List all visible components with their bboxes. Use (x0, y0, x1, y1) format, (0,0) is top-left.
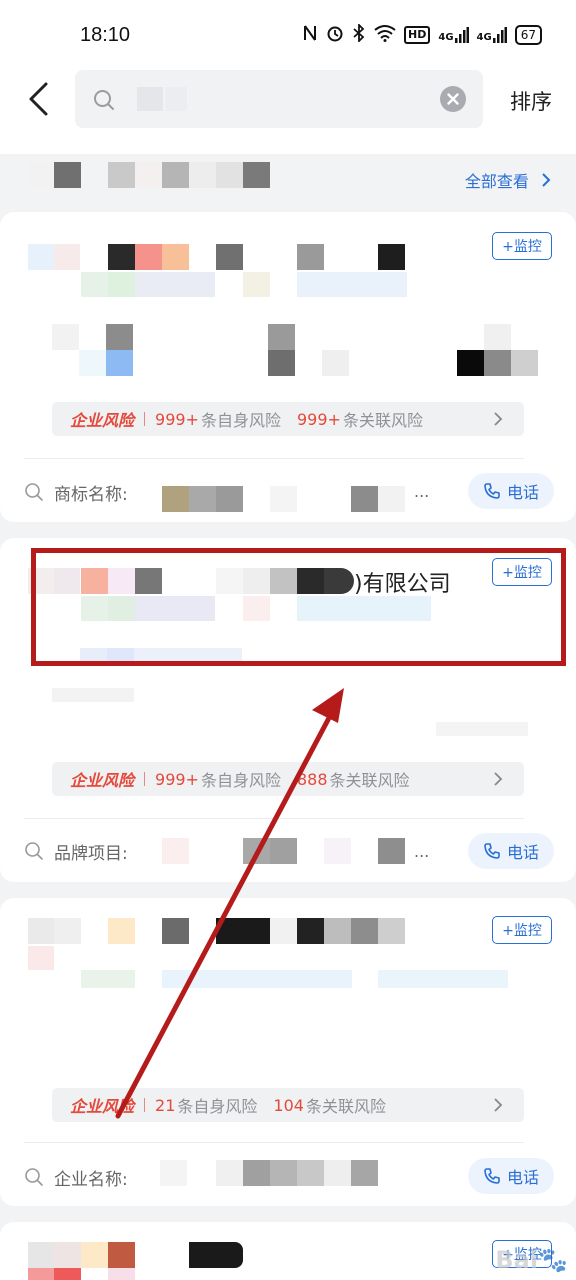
company-card[interactable]: +监控 企业风险 999+ 条自身风险 999+ 条关联风险 商标名称: ... (0, 212, 576, 522)
back-button[interactable] (22, 80, 58, 118)
annotation-highlight-box (31, 548, 566, 666)
status-bar: 18:10 HD 4G 4G 67 (0, 0, 576, 66)
4g-signal-icon: 4G (477, 27, 507, 43)
phone-icon (484, 1168, 500, 1184)
risk-title: 企业风险 (70, 771, 135, 790)
related-risk-label: 条关联风险 (329, 771, 410, 790)
company-name-label: 企业名称: (54, 1169, 128, 1190)
battery-indicator: 67 (514, 25, 542, 45)
monitor-button[interactable]: +监控 (492, 916, 552, 944)
brand-project-label: 品牌项目: (54, 843, 128, 864)
divider (24, 818, 524, 819)
risk-summary-bar[interactable]: 企业风险 999+ 条自身风险 999+ 条关联风险 (52, 402, 524, 436)
blurred-trademark-value (162, 486, 432, 514)
related-risk-label: 条关联风险 (305, 1097, 386, 1116)
self-risk-label: 条自身风险 (177, 1097, 258, 1116)
divider (24, 1142, 524, 1143)
company-card[interactable]: +监控 企业风险 21 条自身风险 104 条关联风险 企业名称: 电话 (0, 898, 576, 1206)
phone-icon (484, 483, 500, 499)
trademark-ellipsis: ... (414, 482, 430, 501)
status-icons: HD 4G 4G 67 (302, 22, 542, 46)
blurred-company-name (28, 1242, 278, 1280)
chevron-right-icon (494, 412, 503, 426)
search-icon (25, 1168, 43, 1186)
alarm-icon (326, 24, 344, 46)
chevron-left-icon (29, 82, 48, 116)
risk-separator (144, 772, 146, 786)
risk-title: 企业风险 (70, 1097, 135, 1116)
company-card[interactable]: +监控 (0, 1222, 576, 1280)
view-all-link[interactable]: 全部查看 (465, 168, 552, 192)
4g-signal-icon: 4G (438, 27, 469, 43)
search-icon (25, 483, 43, 501)
self-risk-count: 21 (155, 1095, 176, 1115)
blurred-company-name (28, 918, 518, 998)
info-row: 商标名称: (24, 477, 128, 507)
blurred-company-name (28, 242, 408, 302)
status-time: 18:10 (80, 24, 131, 46)
chevron-right-icon (494, 772, 503, 786)
risk-separator (144, 412, 146, 426)
search-icon (25, 842, 43, 860)
search-box[interactable] (75, 70, 483, 128)
divider (24, 458, 524, 459)
trademark-label: 商标名称: (54, 484, 128, 505)
brand-ellipsis: ... (414, 842, 430, 861)
self-risk-label: 条自身风险 (200, 771, 281, 790)
blurred-company-name-value (160, 1160, 430, 1188)
chevron-right-icon (542, 173, 551, 187)
self-risk-label: 条自身风险 (200, 411, 281, 430)
blurred-section-title (28, 162, 278, 190)
info-row: 品牌项目: (24, 836, 128, 866)
search-header: 排序 (0, 66, 576, 154)
blurred-company-details (52, 322, 542, 382)
blurred-query (165, 87, 187, 111)
risk-summary-bar[interactable]: 企业风险 21 条自身风险 104 条关联风险 (52, 1088, 524, 1122)
self-risk-count: 999+ (155, 409, 199, 429)
risk-title: 企业风险 (70, 411, 135, 430)
monitor-button[interactable]: +监控 (492, 232, 552, 260)
risk-separator (144, 1098, 146, 1112)
nfc-icon (302, 24, 318, 46)
phone-icon (484, 843, 500, 859)
wifi-icon (374, 24, 396, 46)
blurred-query (137, 87, 163, 111)
phone-button[interactable]: 电话 (468, 833, 554, 869)
self-risk-count: 999+ (155, 769, 199, 789)
related-risk-count: 999+ (296, 409, 341, 429)
hd-icon: HD (404, 26, 431, 44)
sort-button[interactable]: 排序 (510, 86, 552, 116)
related-risk-label: 条关联风险 (342, 411, 423, 430)
clear-icon[interactable] (440, 86, 466, 112)
blurred-brand-value (162, 838, 422, 866)
related-risk-count: 104 (273, 1095, 304, 1115)
search-icon (94, 90, 114, 110)
chevron-right-icon (494, 1098, 503, 1112)
watermark-logo: Bai🐾 (495, 1246, 568, 1274)
phone-button[interactable]: 电话 (468, 473, 554, 509)
risk-summary-bar[interactable]: 企业风险 999+ 条自身风险 888 条关联风险 (52, 762, 524, 796)
bluetooth-icon (352, 22, 366, 46)
phone-button[interactable]: 电话 (468, 1158, 554, 1194)
related-risk-count: 888 (296, 769, 328, 789)
info-row: 企业名称: (24, 1162, 128, 1192)
